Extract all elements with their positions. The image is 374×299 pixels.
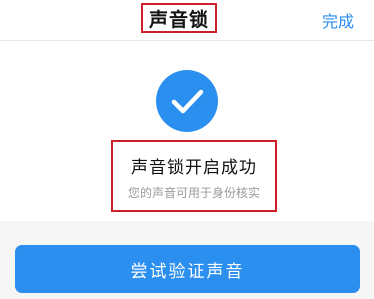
success-subtitle: 您的声音可用于身份核实 bbox=[127, 186, 260, 200]
success-title: 声音锁开启成功 bbox=[131, 158, 257, 178]
success-message: 声音锁开启成功 您的声音可用于身份核实 bbox=[111, 140, 277, 212]
page-title: 声音锁 bbox=[141, 3, 217, 33]
done-button[interactable]: 完成 bbox=[322, 8, 354, 32]
check-circle-icon bbox=[156, 70, 218, 132]
nav-bar: 声音锁 完成 bbox=[0, 0, 374, 41]
checkmark-icon bbox=[171, 89, 204, 114]
try-verify-voice-button[interactable]: 尝试验证声音 bbox=[15, 245, 360, 293]
result-panel: 声音锁开启成功 您的声音可用于身份核实 bbox=[0, 41, 374, 221]
